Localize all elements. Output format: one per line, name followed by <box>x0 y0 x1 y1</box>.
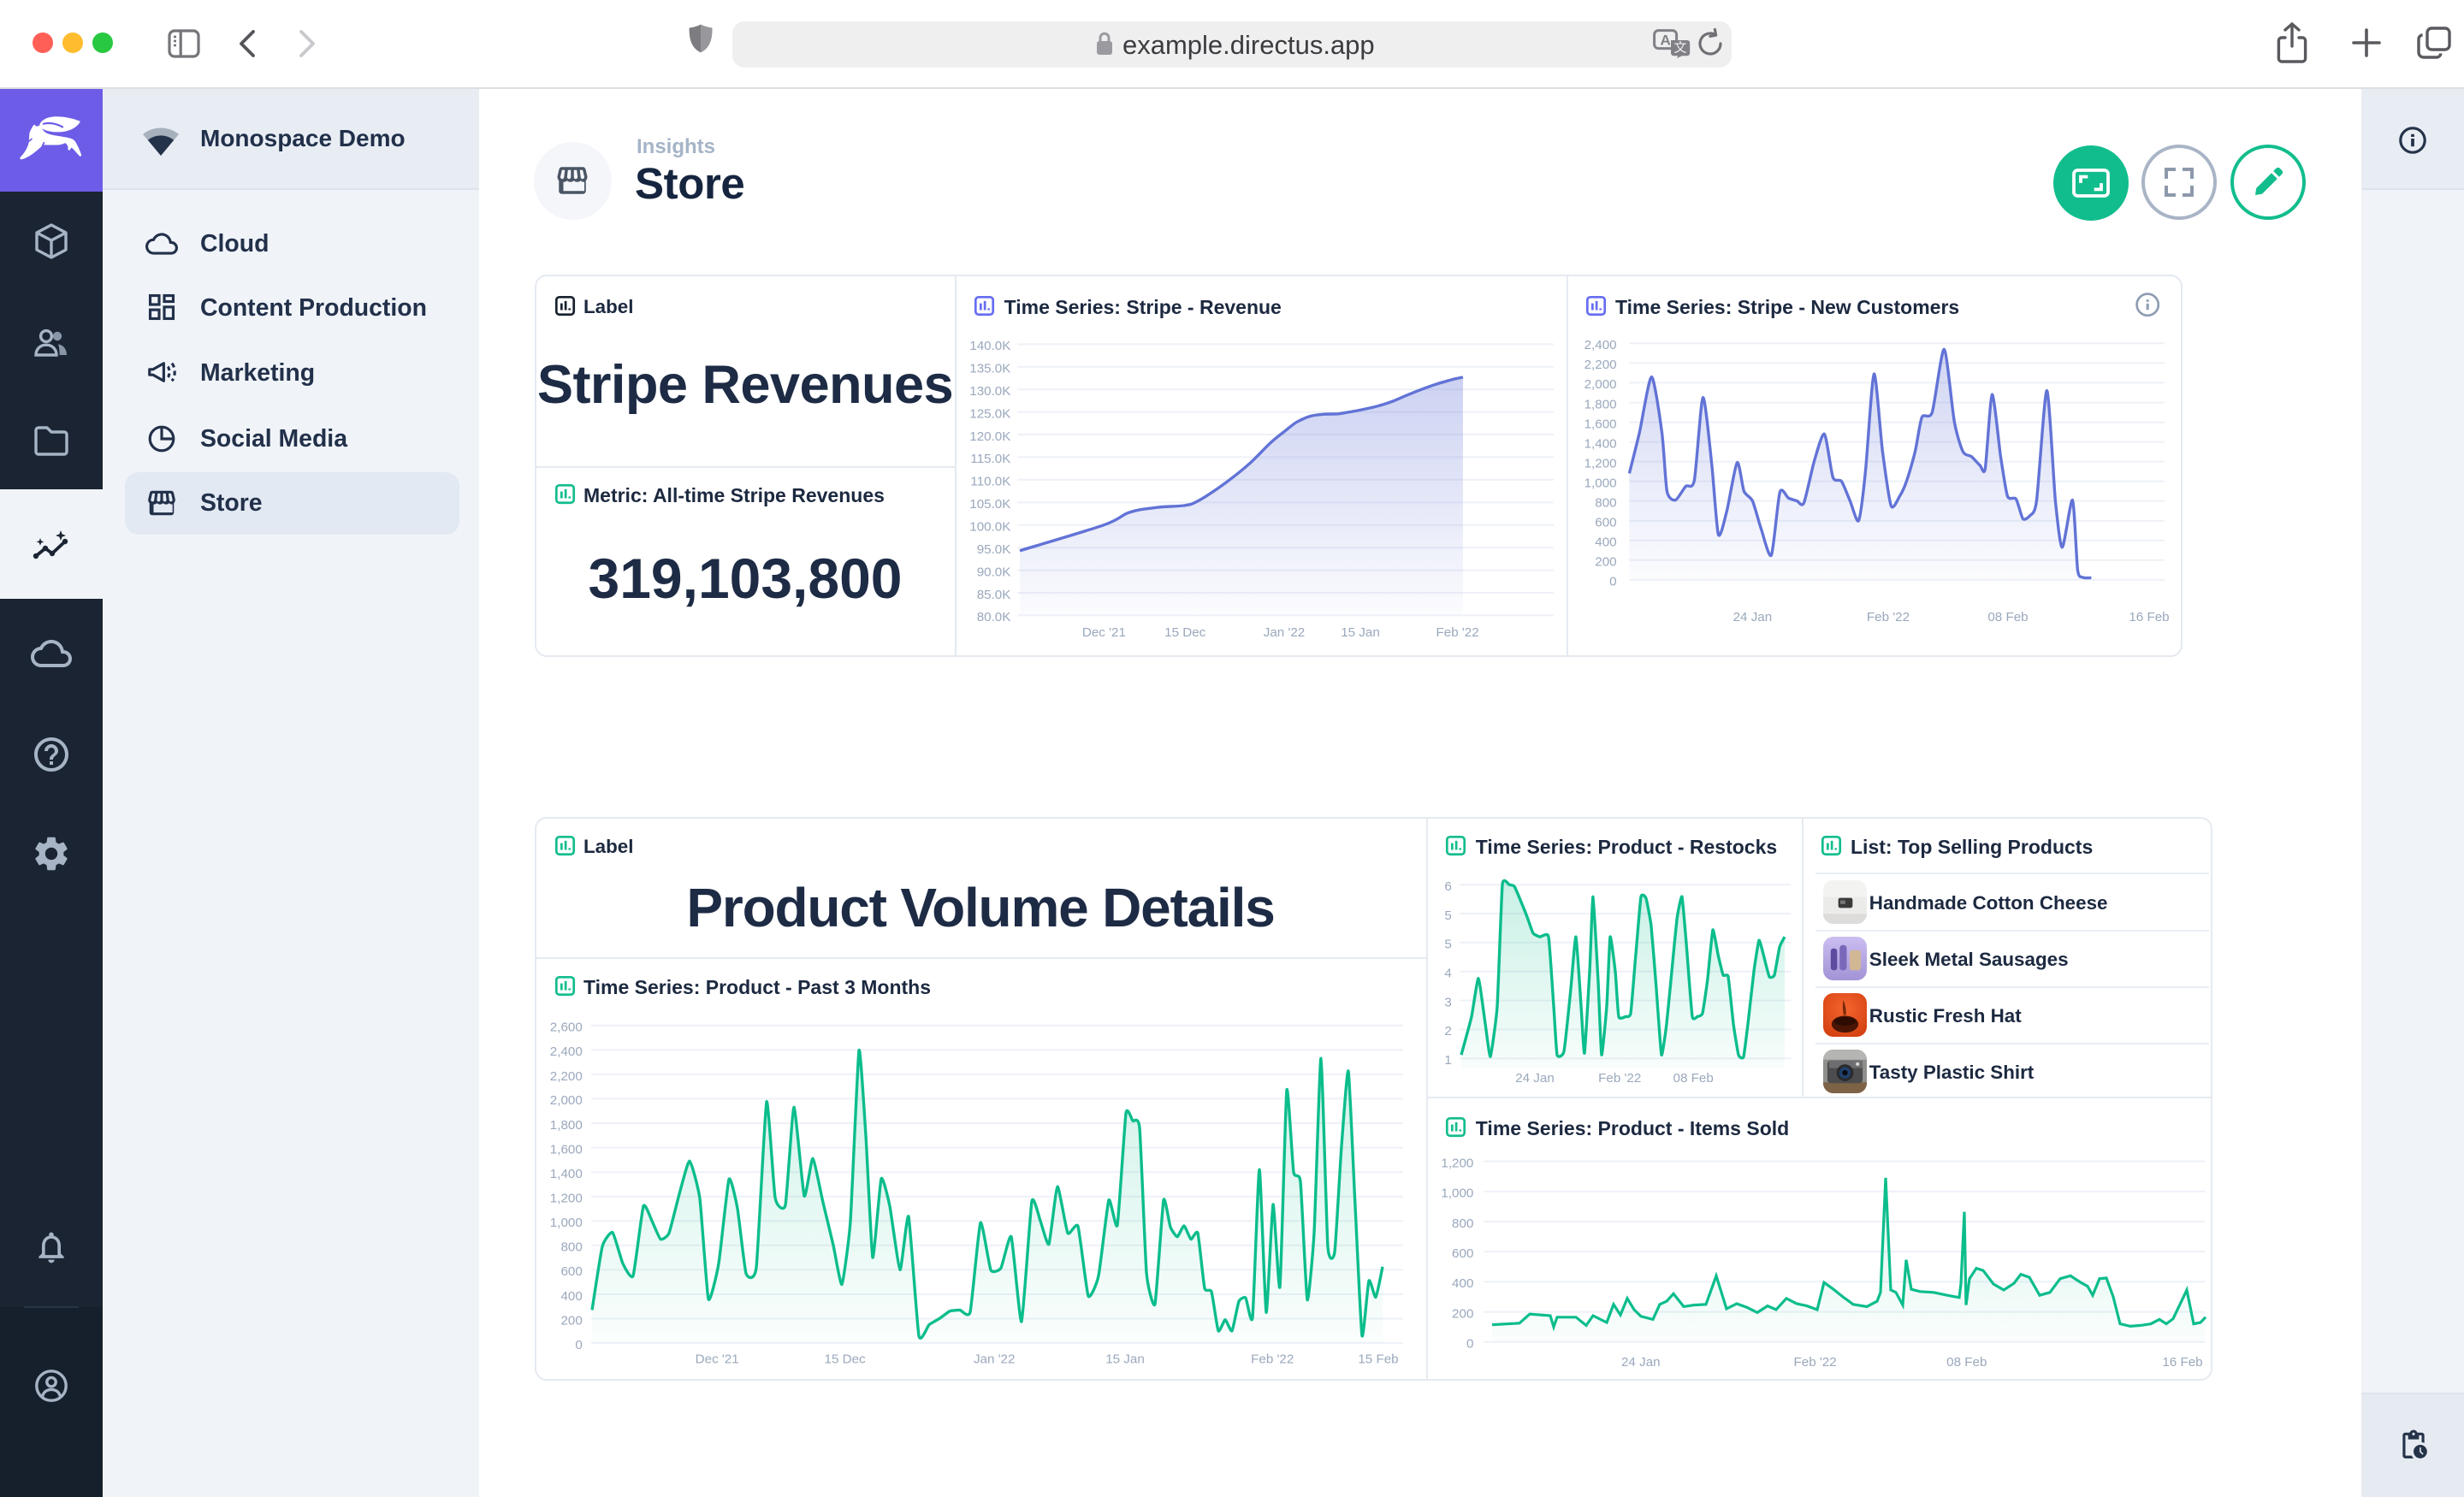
svg-text:200: 200 <box>1452 1306 1473 1321</box>
svg-text:100.0K: 100.0K <box>969 520 1010 535</box>
svg-text:0: 0 <box>575 1338 582 1352</box>
svg-text:115.0K: 115.0K <box>970 452 1010 466</box>
svg-text:95.0K: 95.0K <box>977 542 1011 557</box>
svg-text:2: 2 <box>1444 1024 1451 1038</box>
svg-text:2,000: 2,000 <box>550 1093 583 1108</box>
svg-text:400: 400 <box>1452 1276 1473 1291</box>
svg-text:125.0K: 125.0K <box>969 406 1010 421</box>
svg-text:400: 400 <box>560 1289 582 1304</box>
svg-text:24 Jan: 24 Jan <box>1515 1071 1555 1086</box>
svg-text:1,400: 1,400 <box>1584 436 1616 451</box>
svg-text:15 Jan: 15 Jan <box>1341 625 1380 640</box>
svg-text:800: 800 <box>1595 495 1616 510</box>
svg-text:A: A <box>1660 33 1670 49</box>
svg-text:16 Feb: 16 Feb <box>2162 1355 2202 1370</box>
svg-text:Jan '22: Jan '22 <box>1264 625 1306 640</box>
svg-text:5: 5 <box>1444 908 1451 923</box>
svg-text:Feb '22: Feb '22 <box>1598 1071 1641 1086</box>
svg-text:85.0K: 85.0K <box>977 588 1011 602</box>
svg-text:24 Jan: 24 Jan <box>1621 1355 1661 1370</box>
svg-text:200: 200 <box>1595 555 1616 570</box>
svg-text:文: 文 <box>1673 40 1686 55</box>
svg-text:15 Dec: 15 Dec <box>825 1352 867 1366</box>
svg-text:1,200: 1,200 <box>550 1191 583 1205</box>
svg-text:1,000: 1,000 <box>1441 1186 1473 1200</box>
svg-text:120.0K: 120.0K <box>969 429 1010 444</box>
svg-text:2,400: 2,400 <box>1584 338 1616 352</box>
svg-text:24 Jan: 24 Jan <box>1732 610 1772 624</box>
svg-text:130.0K: 130.0K <box>969 384 1010 399</box>
svg-text:1: 1 <box>1444 1053 1451 1068</box>
svg-text:Feb '22: Feb '22 <box>1866 610 1909 624</box>
svg-text:80.0K: 80.0K <box>977 610 1011 624</box>
svg-text:Jan '22: Jan '22 <box>974 1352 1016 1366</box>
svg-text:110.0K: 110.0K <box>970 475 1010 489</box>
svg-text:140.0K: 140.0K <box>969 339 1010 353</box>
svg-text:200: 200 <box>560 1313 582 1328</box>
svg-text:15 Feb: 15 Feb <box>1358 1352 1398 1366</box>
svg-text:1,600: 1,600 <box>550 1142 583 1157</box>
svg-text:15 Jan: 15 Jan <box>1105 1352 1145 1366</box>
svg-text:0: 0 <box>1466 1336 1473 1351</box>
svg-text:Feb '22: Feb '22 <box>1436 625 1479 640</box>
svg-text:105.0K: 105.0K <box>969 497 1010 512</box>
svg-text:1,000: 1,000 <box>1584 476 1616 490</box>
svg-text:Feb '22: Feb '22 <box>1251 1352 1294 1366</box>
svg-text:2,000: 2,000 <box>1584 377 1616 392</box>
svg-text:5: 5 <box>1444 938 1451 952</box>
svg-text:600: 600 <box>1452 1246 1473 1261</box>
svg-text:6: 6 <box>1444 879 1451 894</box>
svg-text:1,600: 1,600 <box>1584 417 1616 431</box>
svg-text:135.0K: 135.0K <box>969 362 1010 376</box>
svg-text:15 Dec: 15 Dec <box>1164 625 1206 640</box>
svg-text:3: 3 <box>1444 995 1451 1009</box>
svg-text:400: 400 <box>1595 535 1616 550</box>
svg-text:2,400: 2,400 <box>550 1044 583 1059</box>
svg-text:08 Feb: 08 Feb <box>1946 1355 1987 1370</box>
svg-text:800: 800 <box>560 1240 582 1254</box>
svg-text:Dec '21: Dec '21 <box>696 1352 739 1366</box>
svg-text:2,200: 2,200 <box>550 1069 583 1084</box>
svg-text:Dec '21: Dec '21 <box>1082 625 1126 640</box>
svg-text:Feb '22: Feb '22 <box>1794 1355 1837 1370</box>
svg-text:1,200: 1,200 <box>1584 456 1616 470</box>
svg-text:1,800: 1,800 <box>1584 397 1616 411</box>
svg-text:2,200: 2,200 <box>1584 358 1616 372</box>
svg-text:1,800: 1,800 <box>550 1118 583 1133</box>
svg-text:600: 600 <box>1595 516 1616 530</box>
svg-text:0: 0 <box>1609 575 1616 589</box>
svg-text:90.0K: 90.0K <box>977 565 1011 579</box>
svg-text:1,000: 1,000 <box>550 1216 583 1230</box>
svg-text:800: 800 <box>1452 1216 1473 1230</box>
svg-text:1,200: 1,200 <box>1441 1156 1473 1170</box>
svg-text:08 Feb: 08 Feb <box>1673 1071 1714 1086</box>
svg-text:4: 4 <box>1444 967 1451 981</box>
svg-text:600: 600 <box>560 1264 582 1279</box>
svg-text:08 Feb: 08 Feb <box>1987 610 2028 624</box>
svg-text:2,600: 2,600 <box>550 1020 583 1034</box>
svg-text:16 Feb: 16 Feb <box>2129 610 2169 624</box>
svg-text:1,400: 1,400 <box>550 1167 583 1181</box>
